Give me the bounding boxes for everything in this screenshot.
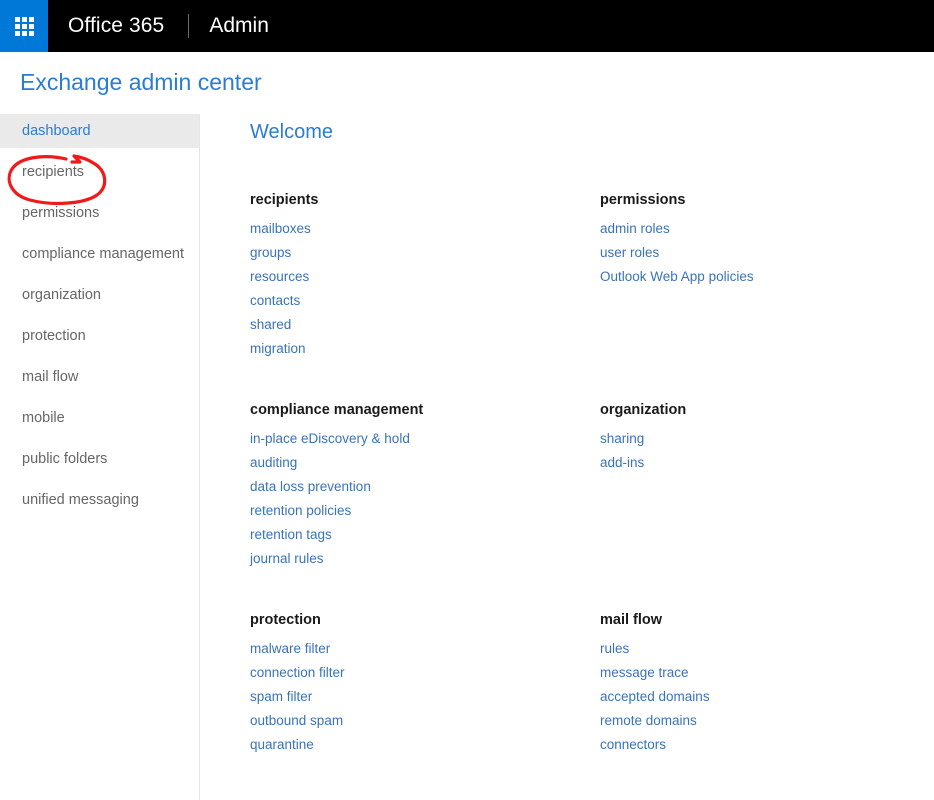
suite-app-name-admin[interactable]: Admin xyxy=(189,0,269,52)
tile-mail-flow: mail flow rules message trace accepted doma… xyxy=(600,612,934,757)
page-title: Exchange admin center xyxy=(20,69,262,95)
tile-heading: protection xyxy=(250,612,321,628)
tile-heading: compliance management xyxy=(250,402,424,418)
tile-link-data-loss-prevention[interactable]: data loss prevention xyxy=(250,475,371,499)
app-launcher-waffle-icon[interactable] xyxy=(0,0,48,52)
sidebar-item-protection[interactable]: protection xyxy=(0,319,199,353)
tile-link-spam-filter[interactable]: spam filter xyxy=(250,685,312,709)
tile-link-groups[interactable]: groups xyxy=(250,241,291,265)
welcome-heading: Welcome xyxy=(250,121,333,143)
waffle-cell xyxy=(28,23,34,29)
waffle-cell xyxy=(14,30,20,36)
sidebar-item-public-folders[interactable]: public folders xyxy=(0,442,199,476)
tile-link-contacts[interactable]: contacts xyxy=(250,289,300,313)
tile-link-add-ins[interactable]: add-ins xyxy=(600,451,644,475)
suite-bar: Office 365 Admin xyxy=(0,0,934,52)
tile-link-accepted-domains[interactable]: accepted domains xyxy=(600,685,710,709)
tile-heading: mail flow xyxy=(600,612,663,628)
tile-link-message-trace[interactable]: message trace xyxy=(600,661,689,685)
sidebar-item-mail-flow[interactable]: mail flow xyxy=(0,360,199,394)
tile-link-outbound-spam[interactable]: outbound spam xyxy=(250,709,343,733)
waffle-cell xyxy=(21,23,27,29)
sidebar-item-organization[interactable]: organization xyxy=(0,278,199,312)
tile-heading: organization xyxy=(600,402,687,418)
tile-link-auditing[interactable]: auditing xyxy=(250,451,297,475)
tile-link-outlook-web-app-policies[interactable]: Outlook Web App policies xyxy=(600,265,754,289)
tile-link-retention-policies[interactable]: retention policies xyxy=(250,499,351,523)
tile-link-in-place-ediscovery-hold[interactable]: in-place eDiscovery & hold xyxy=(250,427,410,451)
tile-link-shared[interactable]: shared xyxy=(250,313,291,337)
sidebar-item-recipients[interactable]: recipients xyxy=(0,155,199,189)
tile-organization: organization sharing add-ins xyxy=(600,402,934,571)
tile-link-connection-filter[interactable]: connection filter xyxy=(250,661,345,685)
sidebar-item-dashboard[interactable]: dashboard xyxy=(0,114,199,148)
suite-brand-office365[interactable]: Office 365 xyxy=(48,0,164,52)
tile-link-resources[interactable]: resources xyxy=(250,265,309,289)
tile-link-malware-filter[interactable]: malware filter xyxy=(250,637,330,661)
waffle-cell xyxy=(21,30,27,36)
tile-link-connectors[interactable]: connectors xyxy=(600,733,666,757)
waffle-cell xyxy=(28,16,34,22)
tile-link-admin-roles[interactable]: admin roles xyxy=(600,217,670,241)
waffle-cell xyxy=(14,23,20,29)
tile-heading: recipients xyxy=(250,192,319,208)
sidebar-item-unified-messaging[interactable]: unified messaging xyxy=(0,483,199,517)
left-navigation: dashboard recipients permissions compliance… xyxy=(0,114,200,800)
tile-link-mailboxes[interactable]: mailboxes xyxy=(250,217,311,241)
waffle-grid xyxy=(14,16,34,36)
tile-protection: protection malware filter connection filte… xyxy=(250,612,600,757)
tile-heading: permissions xyxy=(600,192,686,208)
sidebar-item-mobile[interactable]: mobile xyxy=(0,401,199,435)
tile-link-journal-rules[interactable]: journal rules xyxy=(250,547,324,571)
sidebar-item-permissions[interactable]: permissions xyxy=(0,196,199,230)
page-title-bar: Exchange admin center xyxy=(0,52,934,114)
tile-compliance-management: compliance management in-place eDiscovery… xyxy=(250,402,600,571)
tile-link-migration[interactable]: migration xyxy=(250,337,306,361)
tile-link-retention-tags[interactable]: retention tags xyxy=(250,523,332,547)
waffle-cell xyxy=(28,30,34,36)
sidebar-item-compliance-management[interactable]: compliance management xyxy=(0,237,199,271)
main-content: Welcome recipients mailboxes groups resourc… xyxy=(200,114,934,800)
tile-row: recipients mailboxes groups resources contac… xyxy=(250,192,934,361)
tile-link-remote-domains[interactable]: remote domains xyxy=(600,709,697,733)
tile-link-sharing[interactable]: sharing xyxy=(600,427,644,451)
tile-recipients: recipients mailboxes groups resources contac… xyxy=(250,192,600,361)
tile-link-user-roles[interactable]: user roles xyxy=(600,241,659,265)
tile-permissions: permissions admin roles user roles Outlook … xyxy=(600,192,934,361)
tile-link-quarantine[interactable]: quarantine xyxy=(250,733,314,757)
tile-row: compliance management in-place eDiscovery… xyxy=(250,402,934,571)
tile-row: protection malware filter connection filte… xyxy=(250,612,934,757)
waffle-cell xyxy=(21,16,27,22)
waffle-cell xyxy=(14,16,20,22)
tile-link-rules[interactable]: rules xyxy=(600,637,629,661)
